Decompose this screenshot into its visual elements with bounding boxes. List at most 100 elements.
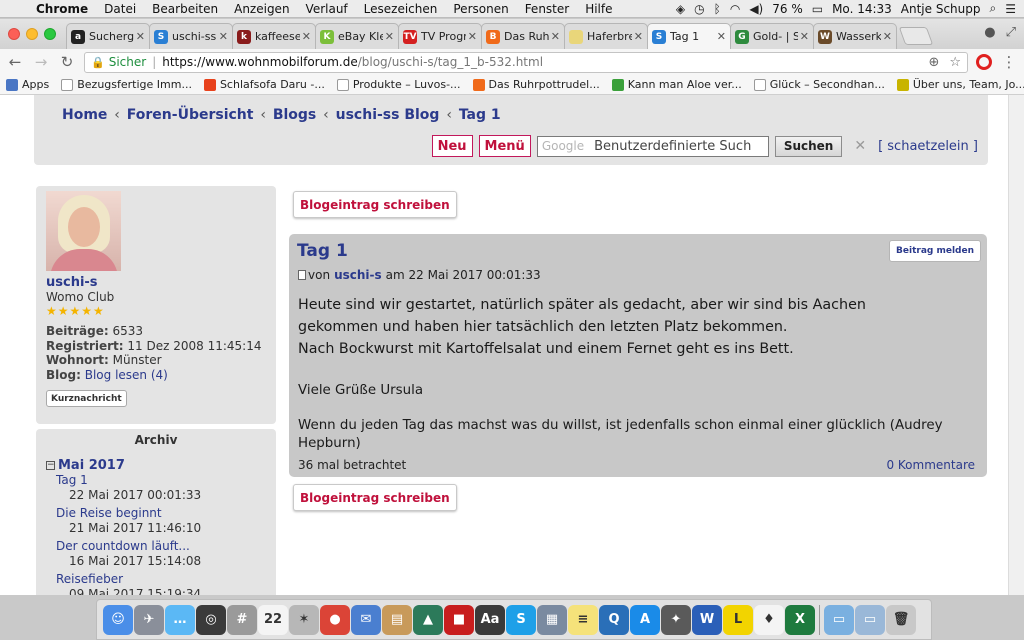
- menu-help[interactable]: Hilfe: [577, 2, 620, 16]
- write-entry-button-bottom[interactable]: Blogeintrag schreiben: [293, 484, 457, 511]
- bluetooth-icon[interactable]: ᛒ: [714, 2, 721, 16]
- tab-1[interactable]: a Sucherge✕: [66, 23, 150, 49]
- bookmark-apps[interactable]: Apps: [6, 78, 49, 91]
- menu-app[interactable]: Chrome: [28, 2, 96, 16]
- tab-close-icon[interactable]: ✕: [551, 30, 560, 43]
- tab-close-icon[interactable]: ✕: [468, 30, 477, 43]
- back-arrow-icon[interactable]: ←: [6, 53, 24, 71]
- bookmark-item[interactable]: Schlafsofa Daru -...: [203, 78, 325, 91]
- calculator-icon[interactable]: #: [227, 604, 257, 635]
- tab-3[interactable]: k kaffeeser✕: [232, 23, 316, 49]
- tab-10[interactable]: W Wasserke✕: [813, 23, 897, 49]
- spotlight-app-icon[interactable]: ✦: [661, 604, 691, 635]
- new-button[interactable]: Neu: [431, 135, 473, 157]
- dropbox-icon[interactable]: ◈: [676, 2, 685, 16]
- post-author[interactable]: uschi-s: [334, 268, 382, 282]
- tab-6[interactable]: B Das Ruhr✕: [481, 23, 565, 49]
- launchpad-icon[interactable]: ✈: [134, 604, 164, 635]
- menu-bookmarks[interactable]: Lesezeichen: [356, 2, 446, 16]
- calendar-icon[interactable]: 22: [258, 604, 288, 635]
- minimize-window-button[interactable]: [26, 28, 38, 40]
- tab-4[interactable]: KeBay Klei✕: [315, 23, 399, 49]
- write-entry-button[interactable]: Blogeintrag schreiben: [293, 191, 457, 218]
- blog-link[interactable]: Blog lesen (4): [85, 368, 168, 382]
- tab-9[interactable]: G Gold- | S ✕: [730, 23, 814, 49]
- menu-file[interactable]: Datei: [96, 2, 144, 16]
- tab-close-icon[interactable]: ✕: [385, 30, 394, 43]
- forward-arrow-icon[interactable]: →: [32, 53, 50, 71]
- menubar-user[interactable]: Antje Schupp: [901, 2, 981, 16]
- bookmark-star-icon[interactable]: ☆: [949, 55, 961, 70]
- new-tab-button[interactable]: [898, 27, 934, 45]
- user-link[interactable]: [ schaetzelein ]: [878, 139, 978, 154]
- notes-icon[interactable]: ≡: [568, 604, 598, 635]
- menu-history[interactable]: Verlauf: [298, 2, 356, 16]
- post-title[interactable]: Tag 1: [297, 241, 348, 261]
- report-post-button[interactable]: Beitrag melden: [889, 240, 981, 262]
- wifi-icon[interactable]: ◠: [730, 2, 740, 16]
- bookmark-item[interactable]: Glück – Secondhan...: [753, 78, 885, 91]
- tab-8[interactable]: S Tag 1 ✕: [647, 23, 731, 49]
- page-scrollbar[interactable]: [1008, 95, 1024, 595]
- bookmark-item[interactable]: Produkte – Luvos-...: [336, 78, 461, 91]
- chrome-icon[interactable]: ●: [320, 604, 350, 635]
- photo-icon[interactable]: ▲: [413, 604, 443, 635]
- lidl-icon[interactable]: L: [723, 604, 753, 635]
- breadcrumb-user-blog[interactable]: uschi-ss Blog: [336, 107, 440, 123]
- menubar-clock[interactable]: Mo. 14:33: [832, 2, 892, 16]
- tab-close-icon[interactable]: ✕: [800, 30, 809, 43]
- fullscreen-icon[interactable]: ⤢: [1006, 25, 1016, 40]
- breadcrumb-forums[interactable]: Foren-Übersicht: [127, 107, 254, 123]
- tab-close-icon[interactable]: ✕: [717, 30, 726, 43]
- tab-close-icon[interactable]: ✕: [883, 30, 892, 43]
- search-button[interactable]: Suchen: [774, 135, 843, 157]
- chrome-menu-icon[interactable]: ⋮: [1000, 53, 1018, 71]
- menu-view[interactable]: Anzeigen: [226, 2, 297, 16]
- tab-close-icon[interactable]: ✕: [219, 30, 228, 43]
- archive-item-title[interactable]: Tag 1: [56, 473, 201, 487]
- timemachine-icon[interactable]: ◷: [694, 2, 704, 16]
- contacts-icon[interactable]: ▤: [382, 604, 412, 635]
- app-icon-compass[interactable]: ✶: [289, 604, 319, 635]
- tab-7[interactable]: Haferbre ✕: [564, 23, 648, 49]
- downloads-icon[interactable]: ▭: [855, 604, 885, 635]
- tab-5[interactable]: TV TV Progr ✕: [398, 23, 482, 49]
- reload-icon[interactable]: ↻: [58, 53, 76, 71]
- archive-item-title[interactable]: Die Reise beginnt: [56, 506, 201, 520]
- archive-month[interactable]: − Mai 2017: [46, 458, 125, 473]
- breadcrumb-blogs[interactable]: Blogs: [273, 107, 316, 123]
- messages-icon[interactable]: …: [165, 604, 195, 635]
- profile-username[interactable]: uschi-s: [46, 275, 98, 290]
- bookmark-item[interactable]: Über uns, Team, Jo...: [896, 78, 1024, 91]
- address-bar[interactable]: 🔒 Sicher | https://www.wohnmobilforum.de…: [84, 51, 968, 73]
- folder-icon[interactable]: ▭: [824, 604, 854, 635]
- bookmark-item[interactable]: Kann man Aloe ver...: [611, 78, 742, 91]
- preview-icon[interactable]: ▦: [537, 604, 567, 635]
- menu-button[interactable]: Menü: [478, 135, 531, 157]
- tab-close-icon[interactable]: ✕: [136, 30, 145, 43]
- menu-people[interactable]: Personen: [445, 2, 516, 16]
- mail-icon[interactable]: ✉: [351, 604, 381, 635]
- breadcrumb-current[interactable]: Tag 1: [459, 107, 501, 123]
- skype-icon[interactable]: S: [506, 604, 536, 635]
- word-icon[interactable]: W: [692, 604, 722, 635]
- archive-item-title[interactable]: Der countdown läuft...: [56, 539, 201, 553]
- tab-close-icon[interactable]: ✕: [634, 30, 643, 43]
- comments-link[interactable]: 0 Kommentare: [886, 458, 975, 472]
- profile-icon[interactable]: ●: [984, 25, 995, 40]
- avatar[interactable]: [46, 191, 121, 271]
- trash-icon[interactable]: 🗑: [886, 604, 916, 635]
- opera-extension-icon[interactable]: [976, 54, 992, 70]
- notification-center-icon[interactable]: ☰: [1005, 2, 1016, 16]
- battery-icon[interactable]: ▭: [812, 2, 823, 16]
- cards-icon[interactable]: ♦: [754, 604, 784, 635]
- excel-icon[interactable]: X: [785, 604, 815, 635]
- bookmark-item[interactable]: Bezugsfertige Imm...: [61, 78, 192, 91]
- volume-icon[interactable]: ◀): [749, 2, 763, 16]
- collapse-icon[interactable]: −: [46, 461, 55, 470]
- breadcrumb-home[interactable]: Home: [62, 107, 107, 123]
- menu-edit[interactable]: Bearbeiten: [144, 2, 226, 16]
- search-input[interactable]: Google Benutzerdefinierte Such: [536, 135, 769, 157]
- dictionary-icon[interactable]: Aa: [475, 604, 505, 635]
- close-window-button[interactable]: [8, 28, 20, 40]
